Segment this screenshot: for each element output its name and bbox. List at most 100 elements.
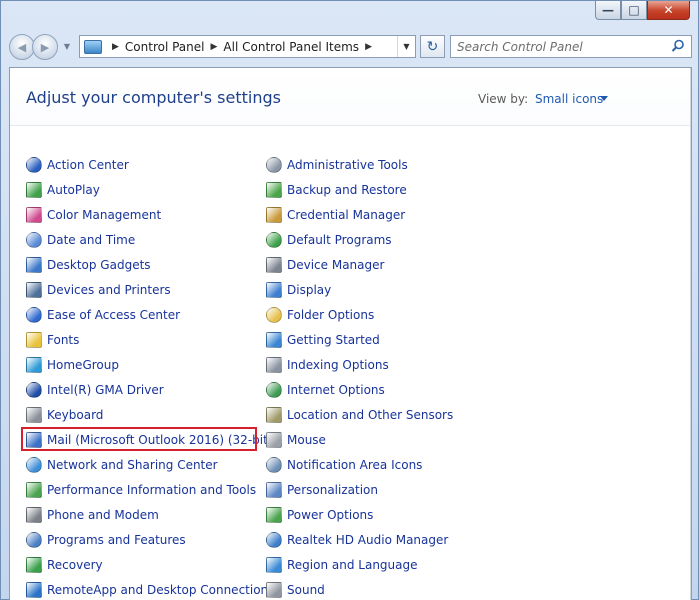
cp-item-performance-information-and-tools[interactable]: Performance Information and Tools [26,477,274,502]
breadcrumb-separator-icon[interactable]: ▶ [211,42,218,52]
search-input[interactable] [457,39,667,54]
cp-item-label: Backup and Restore [287,182,407,197]
cp-item-label: Sound [287,582,325,597]
internet-options-icon [266,381,282,398]
cp-item-label: Fonts [47,332,80,347]
cp-item-sound[interactable]: Sound [266,577,453,600]
cp-item-notification-area-icons[interactable]: Notification Area Icons [266,452,453,477]
sound-icon [266,581,282,598]
cp-item-label: Realtek HD Audio Manager [287,532,449,547]
cp-item-backup-and-restore[interactable]: Backup and Restore [266,177,453,202]
cp-item-homegroup[interactable]: HomeGroup [26,352,274,377]
cp-item-color-management[interactable]: Color Management [26,202,274,227]
cp-item-label: Administrative Tools [287,157,408,172]
credential-manager-icon [266,206,282,223]
refresh-icon: ↻ [426,38,439,55]
cp-item-devices-and-printers[interactable]: Devices and Printers [26,277,274,302]
action-center-icon [26,156,42,173]
cp-item-internet-options[interactable]: Internet Options [266,377,453,402]
cp-item-administrative-tools[interactable]: Administrative Tools [266,152,453,177]
cp-item-desktop-gadgets[interactable]: Desktop Gadgets [26,252,274,277]
view-by-arrow-icon[interactable] [600,96,608,101]
device-manager-icon [266,256,282,273]
control-panel-icon [84,39,102,54]
caption-buttons: — □ ✕ [595,1,690,20]
forward-button[interactable]: ▶ [32,34,58,60]
display-icon [266,281,282,298]
cp-item-label: Indexing Options [287,357,389,372]
folder-options-icon [266,306,282,323]
close-button[interactable]: ✕ [647,1,690,20]
maximize-button[interactable]: □ [621,1,647,20]
search-box[interactable] [450,35,692,58]
indexing-options-icon [266,356,282,373]
navigation-bar: ◀ ▶ ▼ ▶ Control Panel ▶ All Control Pane… [9,33,692,61]
cp-item-device-manager[interactable]: Device Manager [266,252,453,277]
cp-item-label: Region and Language [287,557,418,572]
cp-item-phone-and-modem[interactable]: Phone and Modem [26,502,274,527]
content-header: Adjust your computer's settings View by:… [10,68,691,126]
cp-item-intel-r-gma-driver[interactable]: Intel(R) GMA Driver [26,377,274,402]
cp-item-realtek-hd-audio-manager[interactable]: Realtek HD Audio Manager [266,527,453,552]
cp-item-default-programs[interactable]: Default Programs [266,227,453,252]
cp-item-label: Getting Started [287,332,380,347]
network-and-sharing-center-icon [26,456,42,473]
backup-and-restore-icon [266,181,282,198]
default-programs-icon [266,231,282,248]
cp-item-credential-manager[interactable]: Credential Manager [266,202,453,227]
cp-item-label: Default Programs [287,232,392,247]
items-column-right: Administrative Tools Backup and Restore Cr… [266,152,453,600]
cp-item-region-and-language[interactable]: Region and Language [266,552,453,577]
recent-pages-dropdown[interactable]: ▼ [61,39,73,55]
cp-item-network-and-sharing-center[interactable]: Network and Sharing Center [26,452,274,477]
realtek-hd-audio-manager-icon [266,531,282,548]
cp-item-label: RemoteApp and Desktop Connections [47,582,275,597]
cp-item-folder-options[interactable]: Folder Options [266,302,453,327]
cp-item-personalization[interactable]: Personalization [266,477,453,502]
search-icon[interactable] [671,39,685,53]
cp-item-date-and-time[interactable]: Date and Time [26,227,274,252]
cp-item-action-center[interactable]: Action Center [26,152,274,177]
cp-item-autoplay[interactable]: AutoPlay [26,177,274,202]
cp-item-power-options[interactable]: Power Options [266,502,453,527]
cp-item-mouse[interactable]: Mouse [266,427,453,452]
cp-item-label: Ease of Access Center [47,307,181,322]
breadcrumb-separator-icon[interactable]: ▶ [112,42,119,52]
cp-item-remoteapp-and-desktop-connections[interactable]: RemoteApp and Desktop Connections [26,577,274,600]
power-options-icon [266,506,282,523]
content-pane: Adjust your computer's settings View by:… [9,67,692,600]
desktop-gadgets-icon [26,256,42,273]
address-bar[interactable]: ▶ Control Panel ▶ All Control Panel Item… [79,35,416,58]
cp-item-programs-and-features[interactable]: Programs and Features [26,527,274,552]
getting-started-icon [266,331,282,348]
cp-item-recovery[interactable]: Recovery [26,552,274,577]
cp-item-label: Power Options [287,507,374,522]
cp-item-getting-started[interactable]: Getting Started [266,327,453,352]
breadcrumb-all-items[interactable]: All Control Panel Items [223,40,359,54]
remoteapp-and-desktop-connections-icon [26,581,42,598]
breadcrumb-separator-icon[interactable]: ▶ [365,42,372,52]
fonts-icon [26,331,42,348]
content-edge [690,68,691,600]
cp-item-location-and-other-sensors[interactable]: Location and Other Sensors [266,402,453,427]
programs-and-features-icon [26,531,42,548]
mouse-icon [266,431,282,448]
cp-item-indexing-options[interactable]: Indexing Options [266,352,453,377]
cp-item-label: Phone and Modem [47,507,159,522]
forward-arrow-icon: ▶ [40,40,50,54]
cp-item-label: Internet Options [287,382,385,397]
view-by-dropdown[interactable]: Small icons [535,92,603,106]
cp-item-label: Personalization [287,482,378,497]
cp-item-fonts[interactable]: Fonts [26,327,274,352]
keyboard-icon [26,406,42,423]
breadcrumb-control-panel[interactable]: Control Panel [125,40,205,54]
minimize-button[interactable]: — [595,1,621,20]
address-dropdown-icon[interactable]: ▼ [397,36,415,57]
items-column-left: Action Center AutoPlay Color Management Dat… [26,152,274,600]
cp-item-display[interactable]: Display [266,277,453,302]
location-and-other-sensors-icon [266,406,282,423]
cp-item-label: Device Manager [287,257,385,272]
cp-item-keyboard[interactable]: Keyboard [26,402,274,427]
cp-item-ease-of-access-center[interactable]: Ease of Access Center [26,302,274,327]
refresh-button[interactable]: ↻ [420,35,445,58]
